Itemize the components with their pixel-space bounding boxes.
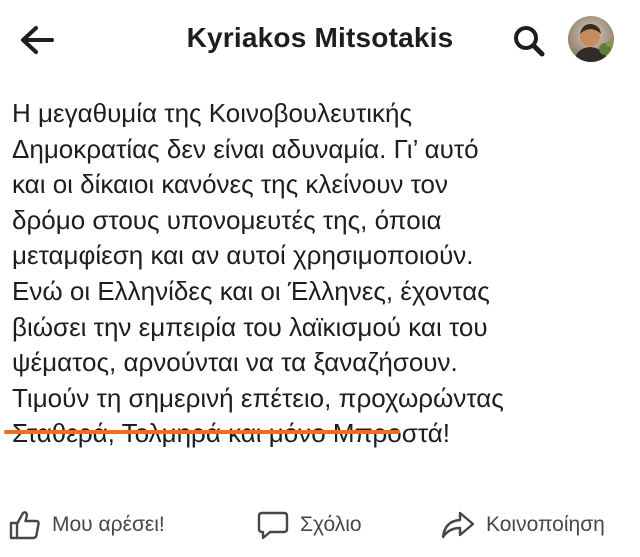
post-line: Δημοκρατίας δεν είναι αδυναμία. Γι’ αυτό	[12, 133, 479, 164]
orange-underline	[4, 430, 400, 434]
like-label: Μου αρέσει!	[52, 513, 165, 536]
search-icon[interactable]	[508, 20, 550, 62]
post-line: βιώσει την εμπειρία του λαϊκισμού και το…	[12, 311, 488, 342]
post-actions: Μου αρέσει! Σχόλιο Κοινοποίηση	[0, 500, 640, 550]
post-text: Η μεγαθυμία της Κοινοβουλευτικής Δημοκρα…	[12, 96, 632, 452]
comment-icon	[257, 511, 289, 540]
share-button[interactable]: Κοινοποίηση	[440, 508, 605, 542]
post-line: Σταθερά, Τολμηρά και μόνο Μπροστά!	[12, 416, 632, 452]
thumbs-up-icon	[9, 511, 40, 540]
share-label: Κοινοποίηση	[486, 513, 605, 536]
comment-label: Σχόλιο	[300, 513, 362, 536]
post-line: ψέματος, αρνούνται να τα ξαναζήσουν.	[12, 347, 458, 378]
comment-button[interactable]: Σχόλιο	[256, 508, 362, 542]
like-button[interactable]: Μου αρέσει!	[8, 508, 165, 542]
share-icon	[441, 511, 475, 539]
post-line-rest: , προχωρώντας	[324, 382, 504, 413]
post-line-highlighted: Τιμούν τη σημερινή επέτειο, προχωρώντας	[12, 381, 632, 417]
post-line: Ενώ οι Ελληνίδες και οι Έλληνες, έχοντας	[12, 275, 490, 306]
post-line: δρόμο στους υπονομευτές της, όποια	[12, 204, 442, 235]
post-line: Η μεγαθυμία της Κοινοβουλευτικής	[12, 98, 412, 128]
highlighted-phrase: Τιμούν τη σημερινή επέτειο	[12, 382, 325, 413]
post-line: και οι δίκαιοι κανόνες της κλείνουν τον	[12, 169, 449, 200]
post-line: μεταμφίεση και αν αυτοί χρησιμοποιούν.	[12, 240, 474, 271]
profile-avatar[interactable]	[568, 16, 614, 62]
top-bar: Kyriakos Mitsotakis	[0, 0, 640, 80]
